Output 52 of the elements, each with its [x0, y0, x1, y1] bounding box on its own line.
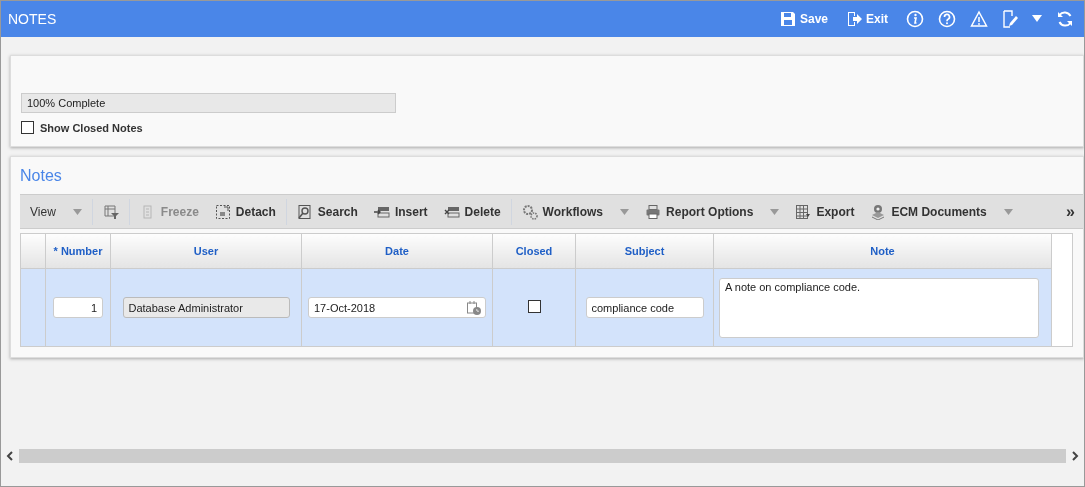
section-title: Notes	[20, 167, 63, 185]
toolbar-button[interactable]: Detach	[206, 195, 284, 228]
caret-icon[interactable]	[1032, 15, 1042, 23]
toolbar-button[interactable]: Export	[787, 195, 863, 228]
scrollbar-thumb[interactable]	[19, 449, 1066, 463]
column-header[interactable]: Date	[301, 234, 493, 269]
save-button[interactable]: Save	[779, 11, 828, 27]
printer-icon	[645, 203, 662, 220]
closed-checkbox[interactable]	[527, 300, 541, 313]
filter-icon	[102, 203, 119, 220]
caret-icon	[72, 208, 82, 215]
exit-icon	[846, 11, 862, 27]
caret-icon	[620, 208, 630, 215]
number-field[interactable]: 1	[53, 297, 103, 318]
user-field[interactable]: Database Administrator	[122, 297, 290, 318]
caret-icon	[770, 208, 780, 215]
toolbar-button[interactable]: Report Options	[637, 195, 788, 228]
column-header[interactable]: Closed	[492, 234, 576, 269]
edit-icon[interactable]	[1002, 10, 1018, 28]
info-icon[interactable]	[906, 10, 924, 28]
scroll-left-icon[interactable]	[5, 451, 15, 461]
toolbar-button[interactable]: Workflows	[513, 195, 638, 228]
search-icon	[296, 203, 313, 220]
detach-icon	[214, 203, 231, 220]
exit-button[interactable]: Exit	[846, 11, 888, 27]
refresh-icon[interactable]	[1056, 10, 1074, 28]
date-field[interactable]: 17-Oct-2018	[308, 297, 486, 318]
column-header[interactable]: Note	[713, 234, 1052, 269]
column-header[interactable]: User	[110, 234, 302, 269]
calendar-icon[interactable]	[466, 299, 482, 316]
warning-icon[interactable]	[970, 10, 988, 28]
help-icon[interactable]	[938, 10, 956, 28]
save-icon	[779, 11, 796, 27]
caret-icon	[1003, 208, 1013, 215]
note-field[interactable]: A note on compliance code.	[719, 277, 1039, 338]
toolbar-button[interactable]: Insert	[365, 195, 436, 228]
toolbar-button[interactable]: Delete	[435, 195, 509, 228]
column-header[interactable]: Subject	[575, 234, 714, 269]
scroll-right-icon[interactable]	[1070, 451, 1080, 461]
spreadsheet-icon	[795, 203, 812, 220]
toolbar-button[interactable]: View	[28, 195, 90, 228]
progress-label: 100% Complete	[27, 97, 106, 109]
checkbox-label: Show Closed Notes	[40, 121, 143, 134]
gears-icon	[521, 203, 538, 220]
window-title: NOTES	[8, 11, 57, 27]
column-header[interactable]: * Number	[45, 234, 111, 269]
more-button[interactable]: »	[1058, 195, 1075, 228]
subject-field[interactable]: compliance code	[585, 297, 704, 318]
toolbar-button[interactable]: Search	[288, 195, 366, 228]
toolbar-button[interactable]: ECM Documents	[862, 195, 1021, 228]
document-stack-icon	[870, 203, 887, 220]
checkbox[interactable]	[21, 121, 34, 134]
